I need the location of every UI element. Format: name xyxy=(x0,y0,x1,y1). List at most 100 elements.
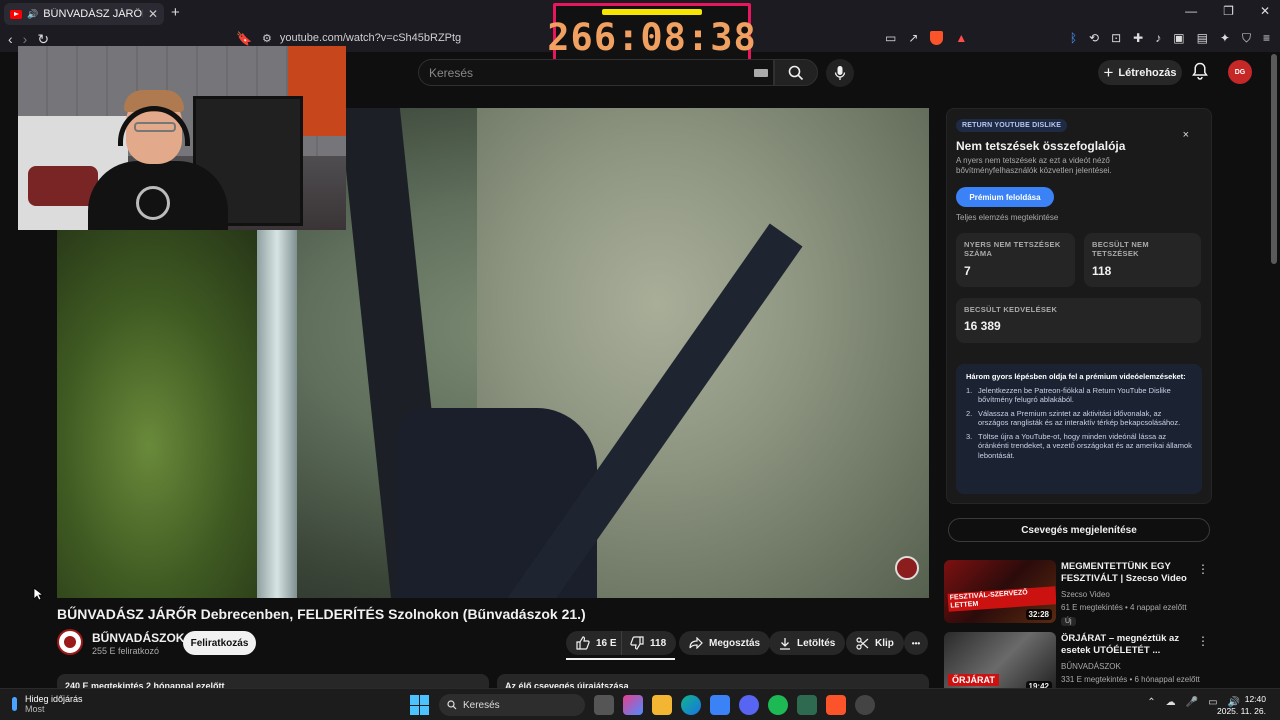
stat-value: 7 xyxy=(964,264,971,278)
download-button[interactable]: Letöltés xyxy=(769,631,846,655)
video-thumbnail[interactable]: FESZTIVÁL-SZERVEZŐ LETTEM 32:28 xyxy=(944,560,1056,623)
menu-icon[interactable]: ≡ xyxy=(1263,31,1270,46)
recommended-video[interactable]: FESZTIVÁL-SZERVEZŐ LETTEM 32:28 MEGMENTE… xyxy=(944,560,1219,626)
tray-overflow-icon[interactable]: ⌃ xyxy=(1147,697,1155,708)
url-text[interactable]: youtube.com/watch?v=cSh45bRZPtg xyxy=(280,32,461,45)
notifications-bell-icon[interactable] xyxy=(1192,62,1208,80)
excel-icon[interactable] xyxy=(797,695,817,715)
channel-name[interactable]: BŰNVADÁSZOK xyxy=(92,631,184,645)
system-clock[interactable]: 12:40 2025. 11. 26. xyxy=(1217,693,1266,717)
music-icon[interactable]: ♪ xyxy=(1155,31,1161,46)
browser-tab[interactable]: 🔊 BŰNVADÁSZ JÁRŐR Debrecen ✕ xyxy=(4,3,164,25)
search-icon xyxy=(788,65,804,80)
dislike-button[interactable]: 118 xyxy=(621,631,677,655)
minimize-button[interactable]: — xyxy=(1185,4,1197,18)
account-avatar[interactable]: DG xyxy=(1228,60,1252,84)
step-text: Töltse újra a YouTube-ot, hogy minden vi… xyxy=(978,431,1192,460)
task-view-icon[interactable] xyxy=(594,695,614,715)
full-analysis-link[interactable]: Teljes elemzés megtekintése xyxy=(956,213,1058,222)
share-page-icon[interactable]: ↗ xyxy=(908,31,918,45)
brave-shields-icon[interactable] xyxy=(930,31,944,45)
back-icon[interactable]: ‹ xyxy=(8,31,13,48)
more-actions-button[interactable]: ••• xyxy=(904,631,928,655)
raw-dislikes-card: NYERS NEM TETSZÉSEK SZÁMA 7 xyxy=(956,233,1075,287)
extensions-icon[interactable]: ✚ xyxy=(1133,31,1143,46)
edge-icon[interactable] xyxy=(681,695,701,715)
brave-rewards-icon[interactable]: ▲ xyxy=(955,31,967,45)
video-thumbnail[interactable]: ŐRJÁRAT 19:42 xyxy=(944,632,1056,695)
dislike-count: 118 xyxy=(650,637,667,649)
new-tab-button[interactable]: + xyxy=(171,4,180,21)
spotify-icon[interactable] xyxy=(768,695,788,715)
wallet-icon[interactable]: ▤ xyxy=(1197,31,1208,46)
microphone-icon xyxy=(834,66,846,80)
youtube-favicon-icon xyxy=(10,9,22,19)
recommended-channel[interactable]: BŰNVADÁSZOK xyxy=(1061,662,1121,671)
obs-icon[interactable] xyxy=(855,695,875,715)
vpn-shield-icon[interactable]: ⛉ xyxy=(1242,31,1251,46)
search-input[interactable]: Keresés xyxy=(418,59,774,86)
subscribe-button[interactable]: Feliratkozás xyxy=(183,631,256,655)
create-button[interactable]: + Létrehozás xyxy=(1098,60,1182,85)
more-options-icon[interactable]: ⋮ xyxy=(1197,562,1209,576)
file-explorer-icon[interactable] xyxy=(652,695,672,715)
tab-close-icon[interactable]: ✕ xyxy=(148,7,158,21)
glasses-icon xyxy=(134,122,176,132)
maximize-button[interactable]: ❐ xyxy=(1223,4,1234,18)
stat-label: BECSÜLT NEM TETSZÉSEK xyxy=(1092,240,1149,258)
mic-tray-icon[interactable]: 🎤 xyxy=(1186,697,1198,708)
audio-playing-icon[interactable]: 🔊 xyxy=(27,9,38,20)
voice-search-button[interactable] xyxy=(826,59,854,87)
webcam-overlay xyxy=(18,46,346,230)
translate-icon[interactable]: ⟲ xyxy=(1089,31,1099,46)
reader-mode-icon[interactable]: ▭ xyxy=(885,31,896,45)
channel-watermark-icon[interactable] xyxy=(895,556,919,580)
store-icon[interactable] xyxy=(710,695,730,715)
video-title: BŰNVADÁSZ JÁRŐR Debrecenben, FELDERÍTÉS … xyxy=(57,606,586,622)
bookmark-icon[interactable]: 🔖 xyxy=(236,31,252,47)
step-item: 1. Jelentkezzen be Patreon-fiókkal a Ret… xyxy=(966,386,1192,405)
taskbar-search[interactable]: Keresés xyxy=(439,694,585,716)
site-settings-icon[interactable]: ⚙ xyxy=(262,32,272,45)
brave-browser-icon[interactable] xyxy=(826,695,846,715)
clip-button[interactable]: Klip xyxy=(846,631,904,655)
timer-text: 266:08:38 xyxy=(547,15,757,59)
recommended-title[interactable]: MEGMENTETTÜNK EGY FESZTIVÁLT | Szecso Vi… xyxy=(1061,561,1201,585)
page-scrollbar[interactable] xyxy=(1271,54,1277,264)
search-icon xyxy=(447,700,457,710)
screenshot-icon[interactable]: ⊡ xyxy=(1111,31,1121,46)
sidebar-icon[interactable]: ▣ xyxy=(1173,31,1184,46)
step-number: 3. xyxy=(966,431,973,441)
keyboard-icon[interactable] xyxy=(754,69,768,77)
panel-close-icon[interactable]: × xyxy=(1183,129,1189,141)
windows-taskbar: Hideg időjárás Most Keresés ⌃ ☁ 🎤 ▭ 🔊 12… xyxy=(0,688,1280,720)
mouse-cursor-icon xyxy=(33,587,43,601)
channel-avatar[interactable] xyxy=(57,629,83,655)
weather-widget[interactable]: Hideg időjárás Most xyxy=(12,694,83,714)
vpn-icon[interactable]: ᛒ xyxy=(1070,31,1077,46)
leo-ai-icon[interactable]: ✦ xyxy=(1220,31,1230,46)
download-label: Letöltés xyxy=(797,637,836,649)
show-chat-button[interactable]: Csevegés megjelenítése xyxy=(948,518,1210,542)
close-window-button[interactable]: ✕ xyxy=(1260,4,1270,18)
copilot-icon[interactable] xyxy=(623,695,643,715)
share-button[interactable]: Megosztás xyxy=(679,631,771,655)
search-button[interactable] xyxy=(774,59,818,86)
weather-title: Hideg időjárás xyxy=(25,694,83,704)
more-options-icon[interactable]: ⋮ xyxy=(1197,634,1209,648)
video-frame-pole xyxy=(257,218,297,598)
stat-label: BECSÜLT KEDVELÉSEK xyxy=(964,305,1058,314)
premium-unlock-button[interactable]: Prémium feloldása xyxy=(956,187,1054,207)
like-count: 16 E xyxy=(596,637,617,649)
recommended-meta: 331 E megtekintés • 6 hónappal ezelőtt xyxy=(1061,675,1200,684)
cloud-icon[interactable]: ☁ xyxy=(1166,697,1176,708)
timer-top-bar xyxy=(602,9,702,15)
address-bar[interactable]: ⚙ youtube.com/watch?v=cSh45bRZPtg xyxy=(262,32,461,45)
extension-tag: RETURN YOUTUBE DISLIKE xyxy=(956,119,1068,132)
channel-subscribers: 255 E feliratkozó xyxy=(92,646,160,656)
recommended-channel[interactable]: Szecso Video xyxy=(1061,590,1110,599)
discord-icon[interactable] xyxy=(739,695,759,715)
like-button[interactable]: 16 E xyxy=(566,631,625,655)
recommended-title[interactable]: ÖRJÁRAT – megnéztük az esetek UTÓÉLETÉT … xyxy=(1061,633,1201,657)
start-button-icon[interactable] xyxy=(410,695,430,715)
